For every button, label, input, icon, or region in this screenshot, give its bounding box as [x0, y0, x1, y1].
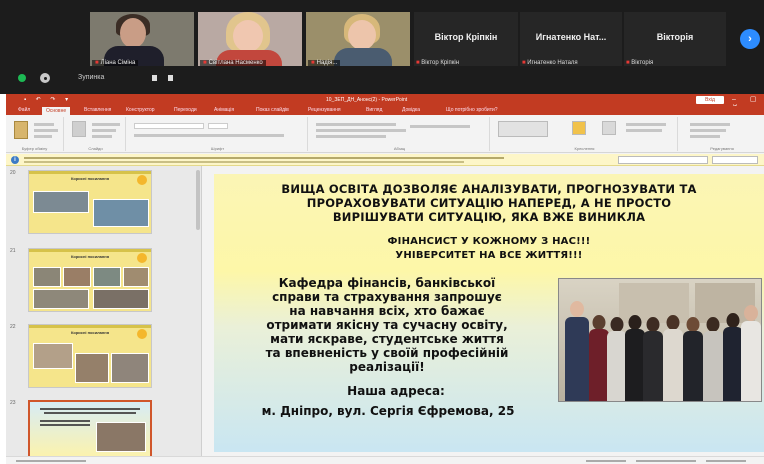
powerpoint-window: ▪ ↶ ↷ ▾ 10_ЗЕП_ДН_Анонс(2) - PowerPoint … [6, 94, 764, 464]
ribbon-group-clipboard: Буфер обміну [6, 117, 64, 151]
ribbon-group-drawing: Креслення [492, 117, 678, 151]
participant-name: Надія... [316, 60, 338, 66]
tab-home[interactable]: Основне [42, 107, 71, 115]
slide-thumbnail-23-selected[interactable] [28, 400, 152, 464]
control-label[interactable]: Зупинка [78, 74, 104, 81]
slide-thumbnail-20[interactable]: Корисні посилання [28, 170, 152, 234]
address-heading: Наша адреса: [347, 384, 445, 398]
pause-icon[interactable] [152, 75, 157, 81]
slide-heading-line-2: ПРОРАХОВУВАТИ СИТУАЦІЮ НАПЕРЕД, А НЕ ПРО… [306, 196, 672, 210]
participant-name: Світлана Насменко [208, 60, 263, 66]
participant-tile-4[interactable]: Віктор Кріпкін ■ Віктор Кріпкін [414, 12, 518, 66]
ribbon-tabs: Файл Основне Вставлення Конструктор Пере… [6, 106, 764, 115]
tell-me-search[interactable]: Що потрібно зробити? [446, 107, 498, 113]
title-bar: ▪ ↶ ↷ ▾ 10_ЗЕП_ДН_Анонс(2) - PowerPoint … [6, 94, 764, 111]
tab-slideshow[interactable]: Показ слайдів [256, 107, 289, 113]
ribbon-group-paragraph: Абзац [310, 117, 490, 151]
slide-motto-line-2: УНІВЕРСИТЕТ НА ВСЕ ЖИТТЯ!!! [395, 250, 583, 261]
ribbon: Буфер обміну Слайди Шрифт Абзац Кресленн… [6, 115, 764, 153]
chevron-right-icon[interactable]: › [740, 29, 760, 49]
shapes-gallery[interactable] [498, 121, 548, 137]
slide-motto-line-1: ФІНАНСИСТ У КОЖНОМУ З НАС!!! [387, 236, 591, 247]
ribbon-group-font: Шрифт [128, 117, 308, 151]
tab-review[interactable]: Рецензування [308, 107, 341, 113]
quick-styles-icon[interactable] [602, 121, 616, 135]
sun-icon [137, 175, 147, 185]
group-photo [558, 278, 762, 402]
tab-file[interactable]: Файл [18, 107, 30, 113]
font-size-select[interactable] [208, 123, 228, 129]
slide-canvas[interactable]: ВИЩА ОСВІТА ДОЗВОЛЯЄ АНАЛІЗУВАТИ, ПРОГНО… [214, 174, 764, 452]
ribbon-group-slides: Слайди [66, 117, 126, 151]
participant-video-1[interactable]: ■ Ліана Сіміна [90, 12, 194, 66]
muted-mic-icon: ■ [203, 60, 207, 66]
tab-design[interactable]: Конструктор [126, 107, 155, 113]
thumbnail-number: 20 [10, 170, 16, 176]
slide-invitation-paragraph: Кафедра фінансів, банківської справи та … [265, 276, 509, 374]
sun-icon [137, 253, 147, 263]
notification-dismiss-button[interactable] [712, 156, 758, 164]
connection-status-icon [18, 74, 26, 82]
info-icon: i [11, 156, 19, 164]
sun-icon [137, 329, 147, 339]
participant-video-3[interactable]: ■ Надія... [306, 12, 410, 66]
tab-transitions[interactable]: Переходи [174, 107, 197, 113]
participant-video-2[interactable]: ■ Світлана Насменко [198, 12, 302, 66]
sign-in-button[interactable]: Вхід [696, 96, 724, 104]
ribbon-group-editing: Редагування [680, 117, 764, 151]
notification-bar: i [6, 154, 764, 166]
arrange-icon[interactable] [572, 121, 586, 135]
muted-mic-icon: ■ [95, 60, 99, 66]
tab-animations[interactable]: Анімація [214, 107, 234, 113]
paste-icon[interactable] [14, 121, 28, 139]
window-title: 10_ЗЕП_ДН_Анонс(2) - PowerPoint [326, 97, 408, 103]
thumbnail-number: 23 [10, 400, 16, 406]
new-slide-icon[interactable] [72, 121, 86, 137]
participant-tile-5[interactable]: Игнатенко Нат... ■ Игнатенко Наталя [520, 12, 622, 66]
thumbnail-number: 22 [10, 324, 16, 330]
thumbnail-number: 21 [10, 248, 16, 254]
font-name-select[interactable] [134, 123, 204, 129]
zoom-slider[interactable] [636, 460, 696, 462]
participant-name: Вікторія [656, 32, 694, 42]
participant-name: Игнатенко Нат... [535, 32, 607, 42]
tab-help[interactable]: Довідка [402, 107, 420, 113]
participant-tile-6[interactable]: Вікторія ■ Вікторія [624, 12, 726, 66]
muted-mic-icon: ■ [311, 60, 315, 66]
participant-name: Віктор Кріпкін [434, 32, 498, 42]
video-conference-bar: ■ Ліана Сіміна ■ Світлана Насменко ■ Надія.… [0, 0, 764, 94]
tab-view[interactable]: Вигляд [366, 107, 382, 113]
tab-insert[interactable]: Вставлення [84, 107, 111, 113]
slide-thumbnail-22[interactable]: Корисні посилання [28, 324, 152, 388]
notification-action-button[interactable] [618, 156, 708, 164]
status-bar [6, 456, 764, 464]
stop-icon[interactable] [168, 75, 173, 81]
quick-access-toolbar[interactable]: ▪ ↶ ↷ ▾ [24, 96, 72, 103]
thumbnails-scrollbar[interactable] [196, 170, 200, 230]
slide-thumbnail-21[interactable]: Корисні посилання [28, 248, 152, 312]
slide-thumbnails-pane: 20 Корисні посилання 21 Корисні посиланн… [6, 166, 202, 464]
address-text: м. Дніпро, вул. Сергія Єфремова, 25 [261, 404, 515, 418]
slide-heading-line-1: ВИЩА ОСВІТА ДОЗВОЛЯЄ АНАЛІЗУВАТИ, ПРОГНО… [281, 182, 697, 196]
participant-name: Ліана Сіміна [100, 60, 136, 66]
slide-heading-line-3: ВИРІШУВАТИ СИТУАЦІЮ, ЯКА ВЖЕ ВИНИКЛА [332, 210, 646, 224]
